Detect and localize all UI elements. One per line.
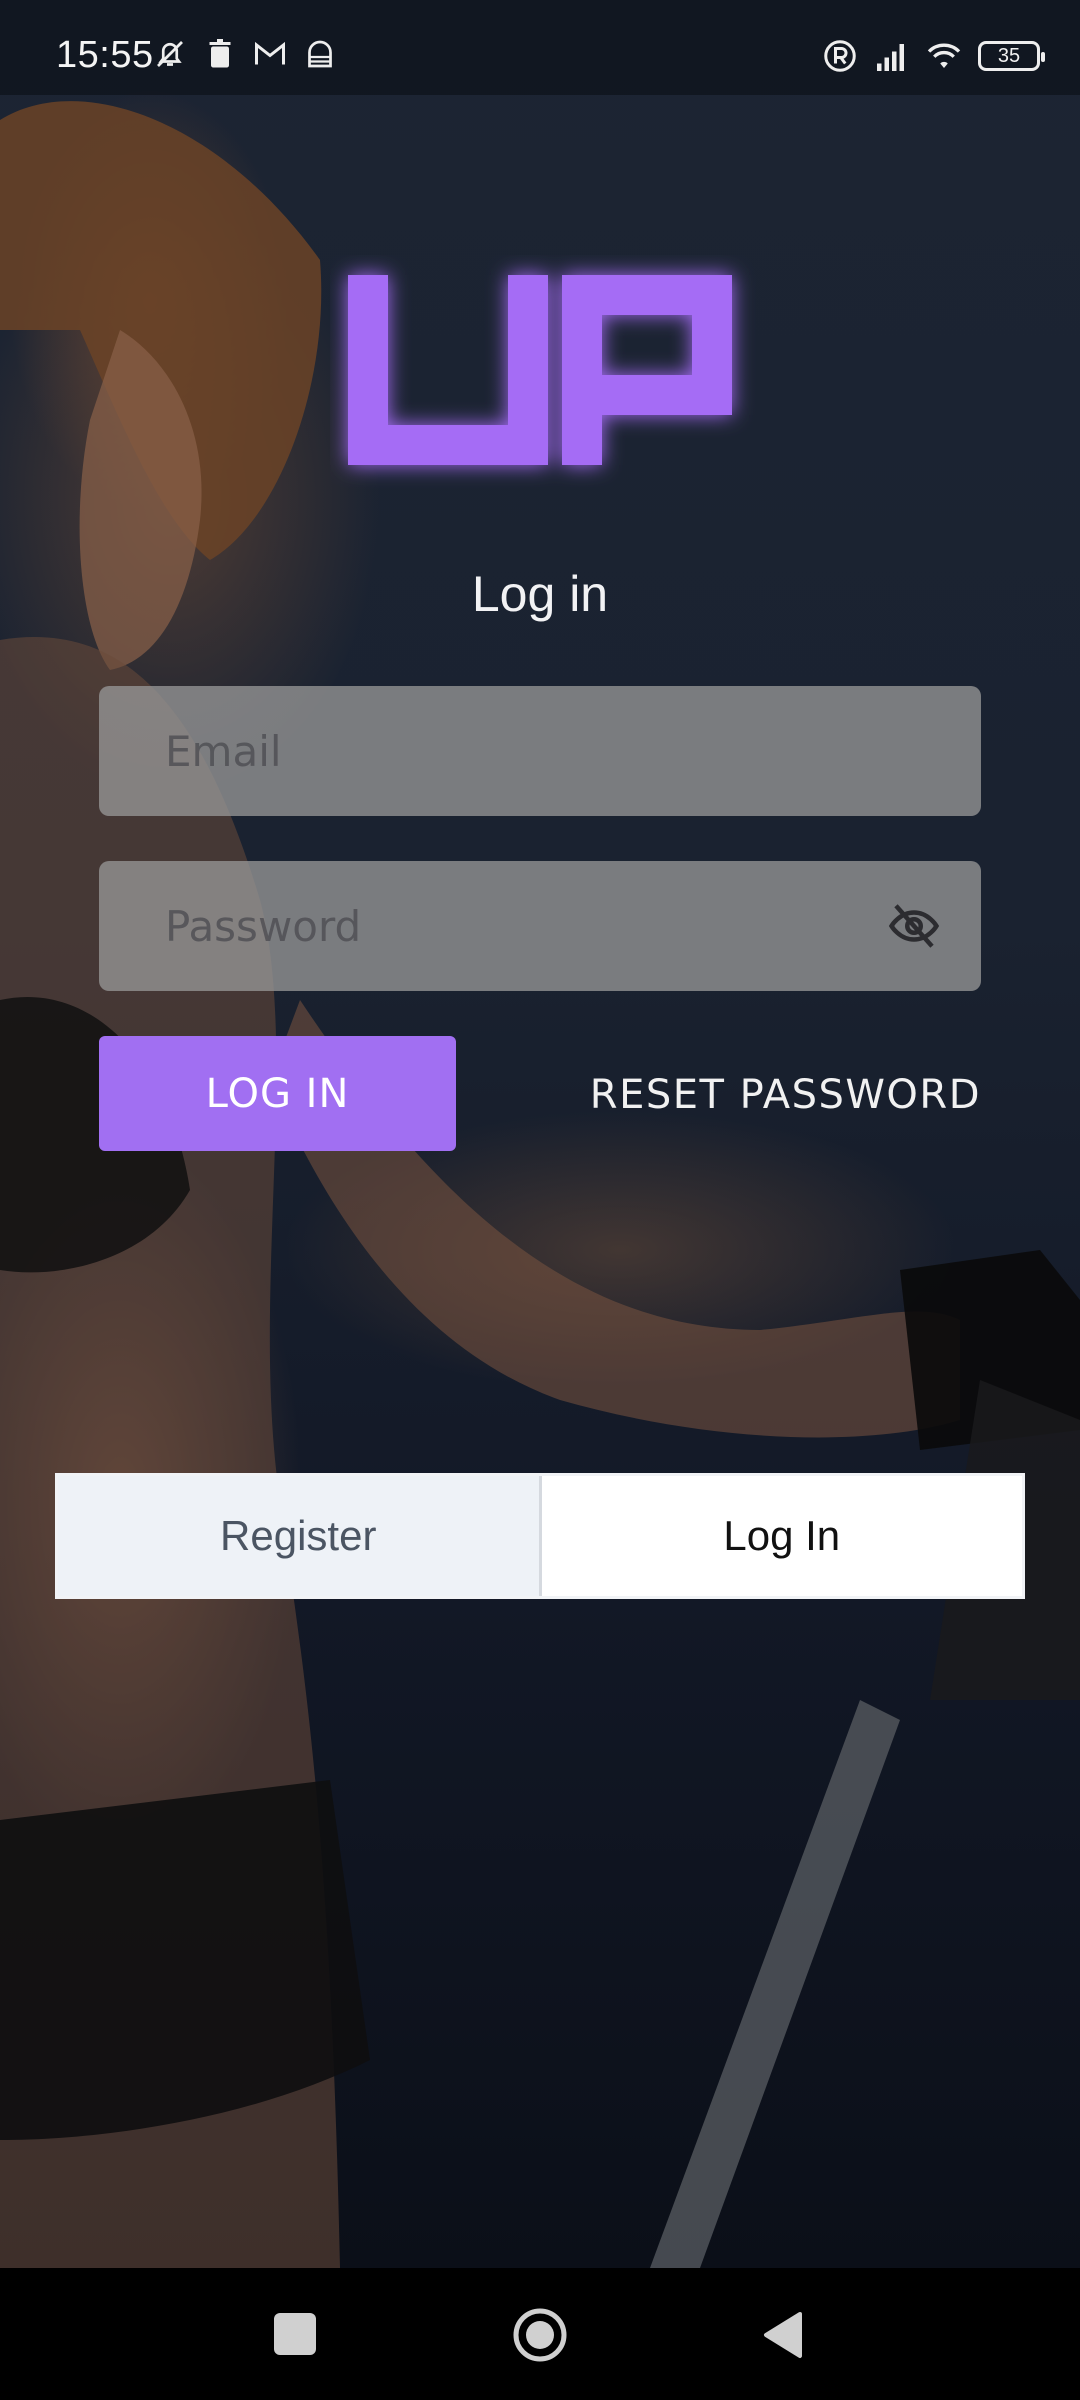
gmail-icon xyxy=(255,41,285,65)
eye-off-icon[interactable] xyxy=(883,899,945,953)
recent-apps-button[interactable] xyxy=(274,2313,316,2355)
up-logo xyxy=(348,275,732,465)
tab-register[interactable]: Register xyxy=(58,1476,542,1596)
registered-icon xyxy=(824,40,856,72)
battery-icon: 35 xyxy=(978,41,1045,71)
auth-mode-toggle: Register Log In xyxy=(55,1473,1025,1599)
email-input[interactable] xyxy=(99,686,981,816)
form-title: Log in xyxy=(471,566,609,622)
email-field[interactable] xyxy=(99,686,981,816)
password-field[interactable] xyxy=(99,861,981,991)
vpn-icon xyxy=(308,40,332,68)
status-bar: 15:55 35 xyxy=(0,0,1080,95)
signal-icon xyxy=(877,44,904,71)
trash-icon xyxy=(209,39,231,68)
password-input[interactable] xyxy=(99,861,981,991)
back-button[interactable] xyxy=(760,2310,804,2360)
home-button[interactable] xyxy=(512,2307,568,2363)
reset-password-button[interactable]: RESET PASSWORD xyxy=(560,1060,981,1130)
status-icons-right: 35 xyxy=(822,38,1045,74)
mute-icon xyxy=(157,41,183,67)
status-icons-left xyxy=(152,36,338,72)
status-time: 15:55 xyxy=(56,34,154,76)
tab-login[interactable]: Log In xyxy=(541,1476,1022,1596)
login-button[interactable]: LOG IN xyxy=(99,1036,456,1151)
battery-level: 35 xyxy=(997,44,1021,67)
wifi-icon xyxy=(927,43,961,68)
